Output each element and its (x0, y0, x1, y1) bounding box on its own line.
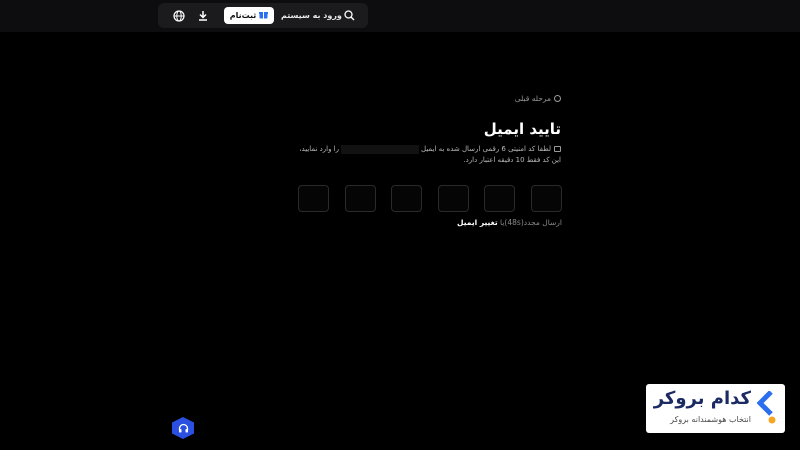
otp-digit-4[interactable] (391, 185, 423, 212)
signup-button[interactable]: ثبت‌نام (224, 7, 274, 24)
download-icon[interactable] (192, 3, 214, 28)
brand-name: کدام بروکر (653, 388, 751, 409)
top-bar: ثبت‌نام ورود به سیستم (0, 0, 800, 32)
desc-line1-a: لطفا کد امنیتی 6 رقمی ارسال شده به ایمیل (421, 145, 551, 153)
back-button[interactable]: مرحله قبلی (515, 94, 561, 103)
back-icon (554, 95, 561, 102)
masked-email (341, 144, 420, 154)
otp-digit-5[interactable] (344, 185, 376, 212)
gift-icon (259, 10, 269, 21)
otp-digit-3[interactable] (437, 185, 469, 212)
back-label: مرحله قبلی (514, 94, 551, 103)
search-icon[interactable] (338, 3, 360, 28)
page-title: تایید ایمیل (483, 120, 561, 138)
brand-watermark: کدام بروکر انتخاب هوشمندانه بروکر (646, 384, 785, 433)
change-email-button[interactable]: تغییر ایمیل (457, 218, 498, 227)
verification-description: لطفا کد امنیتی 6 رقمی ارسال شده به ایمیل… (299, 144, 561, 166)
headset-icon (178, 419, 189, 438)
otp-digit-6[interactable] (298, 185, 329, 212)
brand-logo-icon (756, 390, 777, 425)
resend-row: ارسال مجدد(48s)یا تغییر ایمیل (298, 218, 562, 227)
resend-button[interactable]: ارسال مجدد (524, 218, 562, 227)
otp-digit-1[interactable] (531, 185, 562, 212)
otp-input-group (298, 185, 562, 212)
header-actions: ثبت‌نام ورود به سیستم (158, 3, 368, 28)
otp-digit-2[interactable] (484, 185, 516, 212)
resend-countdown: (48s) (504, 218, 524, 227)
desc-line2: این کد فقط 10 دقیقه اعتبار دارد. (463, 156, 561, 164)
signup-label: ثبت‌نام (229, 11, 257, 20)
brand-tagline: انتخاب هوشمندانه بروکر (670, 415, 751, 424)
login-link[interactable]: ورود به سیستم (281, 3, 342, 28)
desc-line1-b: را وارد نمایید، (299, 145, 340, 153)
mail-icon (554, 146, 561, 152)
globe-icon[interactable] (168, 3, 190, 28)
support-chat-button[interactable] (172, 417, 194, 439)
